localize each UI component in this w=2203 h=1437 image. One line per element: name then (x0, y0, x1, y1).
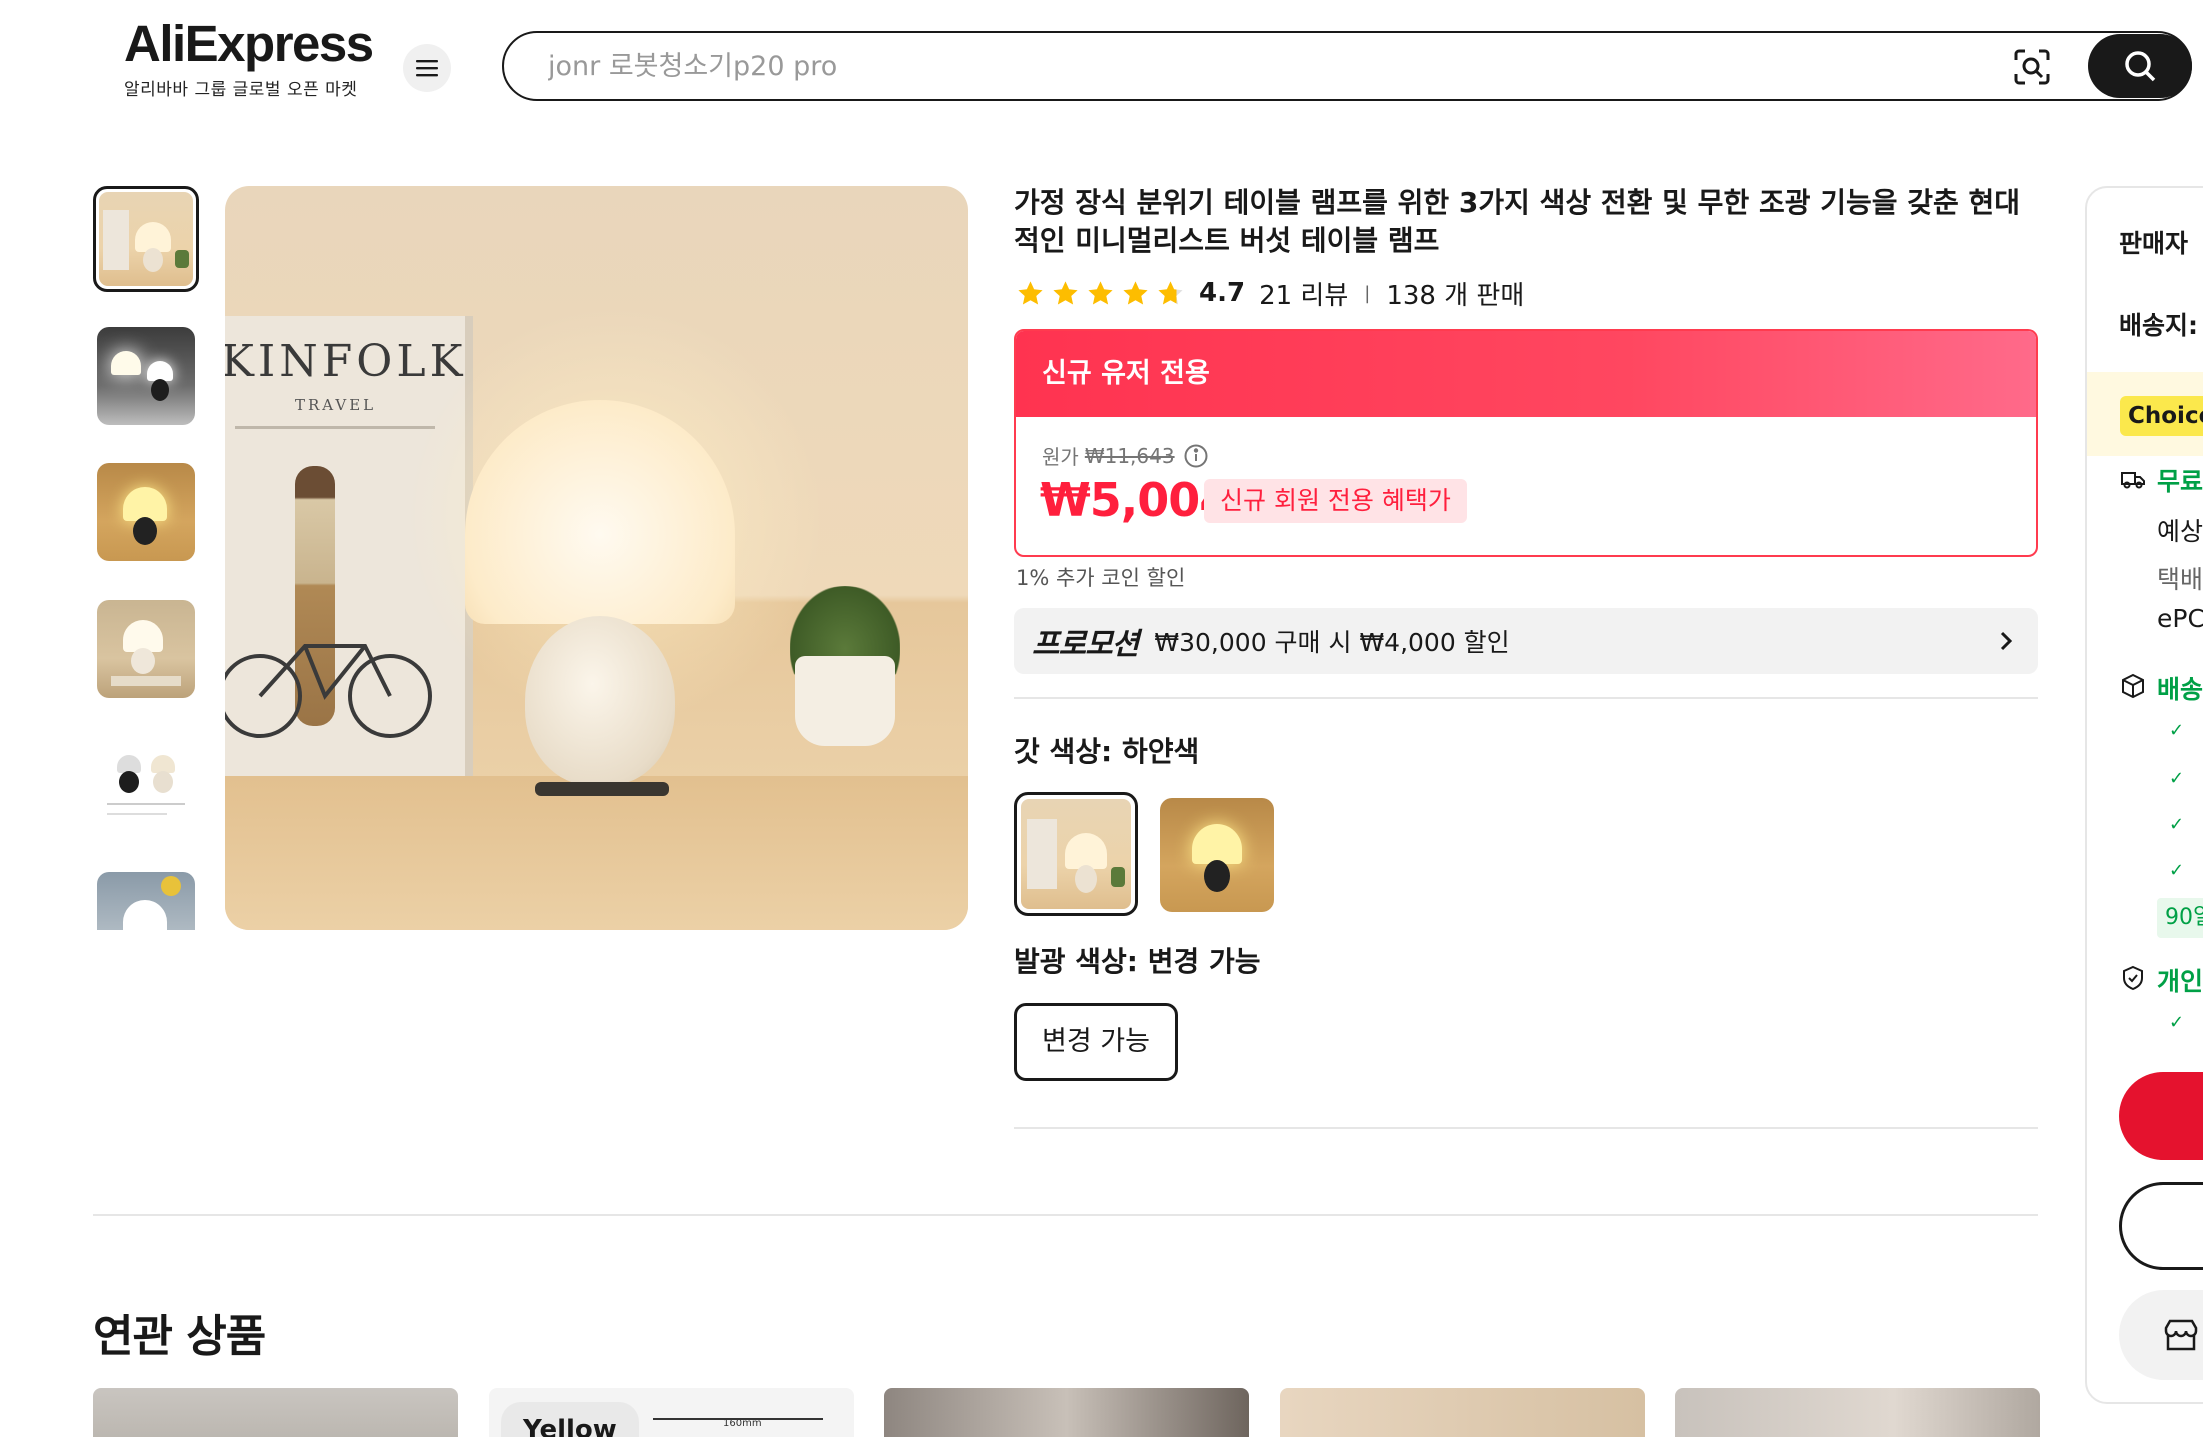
shield-icon (2123, 965, 2143, 991)
star-icon (1123, 280, 1148, 304)
free-shipping-label: 무료 (2157, 467, 2203, 496)
delivery-guarantee-label: 배송 (2157, 675, 2203, 704)
related-product-card[interactable]: Yellow 160mm (489, 1388, 854, 1437)
courier-label: 택배 (2157, 565, 2203, 594)
lamp-base (525, 616, 675, 786)
main-product-image[interactable]: KINFOLK TRAVEL (225, 186, 968, 930)
days-tag: 90일 (2157, 898, 2203, 938)
thumbnail-2[interactable] (97, 327, 195, 425)
aliexpress-logo[interactable]: AliExpress 알리바바 그룹 글로벌 오픈 마켓 (124, 18, 384, 100)
related-product-card[interactable] (1280, 1388, 1645, 1437)
star-icon (1018, 280, 1043, 304)
dimension-label: 160mm (723, 1418, 762, 1429)
promotion-label: 프로모션 (1032, 627, 1139, 662)
star-icon (1088, 280, 1113, 304)
camera-scan-icon (2014, 49, 2050, 85)
image-search-button[interactable] (2010, 45, 2054, 89)
logo-wordmark: AliExpress (124, 15, 374, 72)
sold-count: 138 개 판매 (1386, 280, 1525, 311)
info-icon[interactable] (1183, 443, 1209, 469)
buy-now-button[interactable] (2119, 1072, 2203, 1160)
star-icon (1158, 280, 1183, 304)
related-products-title: 연관 상품 (93, 1311, 266, 1362)
check-icon: ✓ (2169, 768, 2185, 789)
light-color-label: 발광 색상: 변경 가능 (1014, 945, 1261, 978)
box-icon (2122, 673, 2144, 699)
divider (1014, 1127, 2038, 1129)
search-input[interactable] (548, 47, 1948, 85)
original-price: ₩11,643 (1084, 443, 1175, 468)
seller-label[interactable]: 판매자 (2119, 224, 2188, 260)
thumbnail-3[interactable] (97, 463, 195, 561)
coin-discount: 1% 추가 코인 할인 (1016, 566, 1186, 590)
epc-label: ePC (2157, 604, 2203, 633)
check-icon: ✓ (2169, 1012, 2185, 1033)
thumbnail-4[interactable] (97, 600, 195, 698)
search-bar (502, 31, 2192, 101)
rating-row: 4.7 21 리뷰 | 138 개 판매 (1016, 275, 1525, 312)
lamp-foot (535, 782, 669, 796)
privacy-label: 개인 (2157, 967, 2203, 996)
price-box: 신규 유저 전용 원가 ₩11,643 ₩5,004 신규 회원 전용 혜택가 (1014, 329, 2038, 557)
rating-stars (1016, 279, 1185, 308)
original-price-label: 원가 (1042, 445, 1079, 469)
thumbnail-6[interactable] (97, 872, 195, 930)
new-user-banner: 신규 유저 전용 (1016, 331, 2036, 417)
hamburger-icon (416, 60, 438, 77)
divider (1014, 697, 2038, 699)
search-button[interactable] (2088, 34, 2192, 98)
check-icon: ✓ (2169, 860, 2185, 881)
check-icon: ✓ (2169, 814, 2185, 835)
promotion-text: ₩30,000 구매 시 ₩4,000 할인 (1154, 628, 1510, 657)
desk (225, 776, 968, 930)
related-product-card[interactable] (884, 1388, 1249, 1437)
color-swatch-black[interactable] (1160, 798, 1274, 912)
store-button[interactable] (2119, 1290, 2203, 1380)
bicycle-prop (225, 644, 432, 738)
search-icon (2125, 51, 2156, 82)
book-subtitle: TRAVEL (295, 396, 377, 414)
review-count[interactable]: 21 리뷰 (1259, 275, 1348, 312)
book-title: KINFOLK (225, 336, 467, 387)
truck-icon (2121, 472, 2145, 489)
promotion-row[interactable]: 프로모션 ₩30,000 구매 시 ₩4,000 할인 (1014, 608, 2038, 674)
card-variant-label: Yellow (501, 1402, 639, 1437)
thumbnail-5[interactable] (97, 737, 195, 835)
related-product-card[interactable] (1675, 1388, 2040, 1437)
sale-price: ₩5,004 (1040, 473, 1231, 527)
menu-button[interactable] (403, 44, 451, 92)
choice-badge: Choice (2120, 396, 2203, 436)
shade-color-label: 갓 색상: 하얀색 (1014, 735, 1200, 768)
book-line (235, 426, 435, 429)
color-swatch-white[interactable] (1014, 792, 1138, 916)
store-icon (2164, 1319, 2198, 1351)
plant-pot (795, 656, 895, 746)
original-price-row: 원가 ₩11,643 (1042, 441, 1209, 470)
check-icon: ✓ (2169, 720, 2185, 741)
logo-tagline: 알리바바 그룹 글로벌 오픈 마켓 (124, 80, 358, 100)
light-option-button[interactable]: 변경 가능 (1014, 1003, 1178, 1081)
ship-to-label[interactable]: 배송지: (2119, 306, 2198, 342)
separator: | (1364, 282, 1371, 304)
thumbnail-list (93, 186, 199, 930)
chevron-right-icon (2000, 631, 2013, 651)
divider (93, 1214, 2038, 1216)
related-product-card[interactable] (93, 1388, 458, 1437)
star-icon (1053, 280, 1078, 304)
add-to-cart-button[interactable] (2119, 1182, 2203, 1270)
expected-delivery: 예상 (2157, 517, 2203, 546)
price-badge: 신규 회원 전용 혜택가 (1204, 479, 1467, 523)
rating-score: 4.7 (1199, 278, 1246, 308)
product-title: 가정 장식 분위기 테이블 램프를 위한 3가지 색상 전환 및 무한 조광 기… (1014, 186, 2021, 257)
purchase-panel: 판매자 배송지: Choice 무료 예상 택배 ePC 배송 ✓ ✓ ✓ ✓ … (2085, 186, 2203, 1404)
thumbnail-1[interactable] (93, 186, 199, 292)
